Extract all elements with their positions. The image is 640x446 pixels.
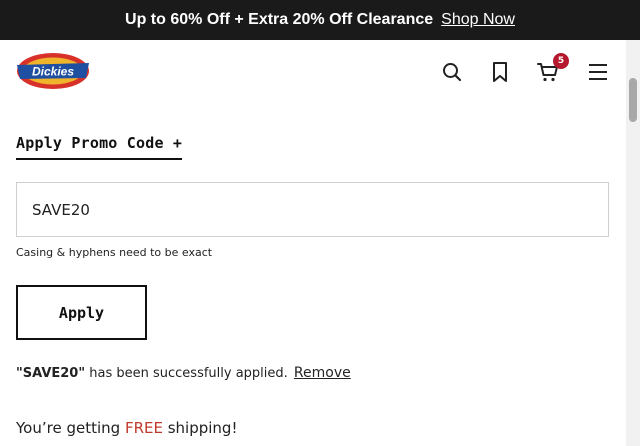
applied-code: "SAVE20" bbox=[16, 366, 86, 381]
menu-icon[interactable] bbox=[586, 60, 610, 84]
shipping-prefix: You’re getting bbox=[16, 419, 125, 437]
promo-banner-text: Up to 60% Off + Extra 20% Off Clearance bbox=[125, 11, 434, 28]
apply-button[interactable]: Apply bbox=[16, 285, 147, 340]
bookmark-icon[interactable] bbox=[488, 60, 512, 84]
logo-text: Dickies bbox=[32, 65, 74, 79]
promo-success-message: "SAVE20" has been successfully applied. … bbox=[16, 365, 351, 381]
scrollbar-thumb[interactable] bbox=[629, 78, 637, 122]
cart-count-badge: 5 bbox=[553, 53, 569, 69]
dickies-logo[interactable]: Dickies bbox=[16, 52, 90, 90]
free-shipping-message: You’re getting FREE shipping! bbox=[16, 419, 237, 437]
shop-now-link[interactable]: Shop Now bbox=[441, 11, 515, 29]
shipping-suffix: shipping! bbox=[162, 419, 238, 437]
promo-code-input[interactable] bbox=[16, 182, 609, 237]
remove-promo-link[interactable]: Remove bbox=[294, 365, 351, 381]
site-header: Dickies bbox=[0, 40, 626, 104]
promo-code-hint: Casing & hyphens need to be exact bbox=[16, 246, 213, 259]
apply-promo-code-toggle[interactable]: Apply Promo Code + bbox=[16, 134, 183, 160]
promo-banner: Up to 60% Off + Extra 20% Off Clearance … bbox=[0, 0, 640, 40]
success-text: has been successfully applied. bbox=[85, 366, 288, 381]
free-label: FREE bbox=[124, 419, 163, 437]
search-icon[interactable] bbox=[440, 60, 464, 84]
